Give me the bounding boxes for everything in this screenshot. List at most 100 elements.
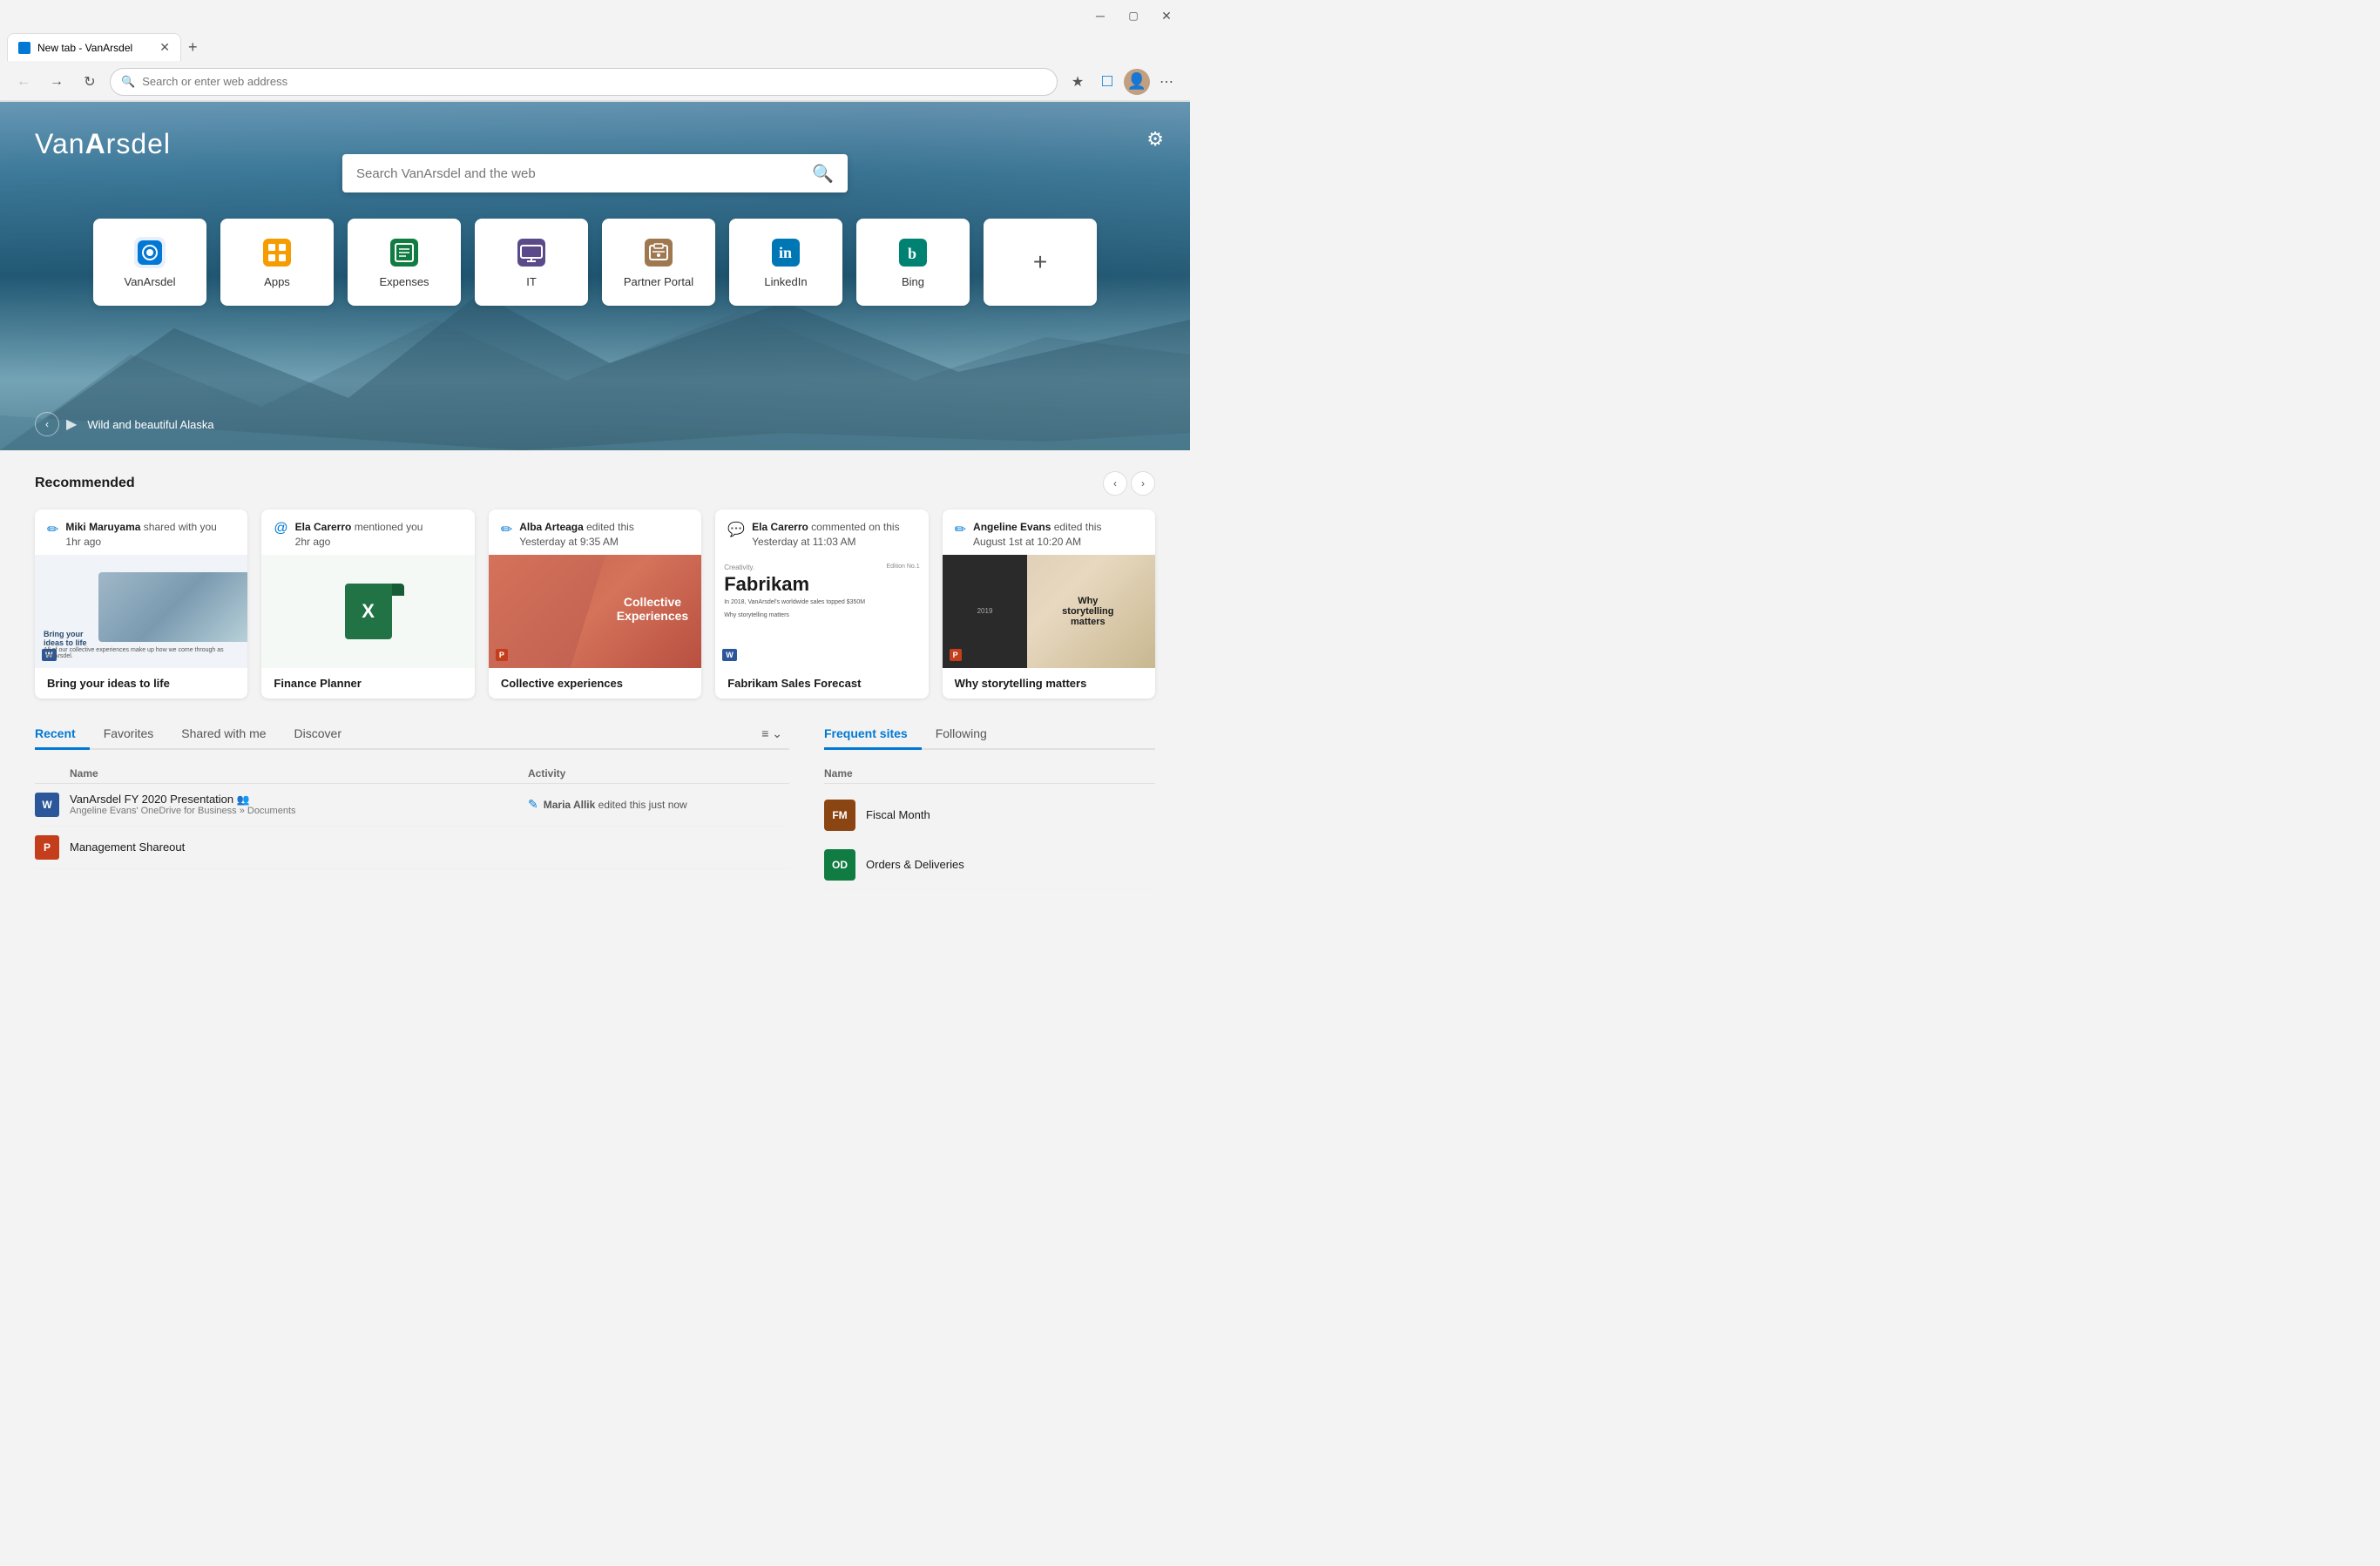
file-name-col-header: Name <box>70 767 528 780</box>
rec-card-header: 💬 Ela Carerro commented on this Yesterda… <box>715 510 928 555</box>
quick-link-partner[interactable]: Partner Portal <box>602 219 715 306</box>
rec-card-title: Why storytelling matters <box>943 668 1155 699</box>
word2-thumbnail: Creativity. Edition No.1 Fabrikam In 201… <box>715 555 928 668</box>
refresh-button[interactable]: ↻ <box>77 69 103 95</box>
file-name-area: Management Shareout <box>70 840 528 854</box>
ppt-thumbnail: CollectiveExperiences P <box>489 555 701 668</box>
quick-link-expenses-label: Expenses <box>379 275 429 288</box>
tab-close-button[interactable]: ✕ <box>159 40 170 55</box>
tab-frequent-sites[interactable]: Frequent sites <box>824 719 922 750</box>
add-icon: + <box>1033 248 1047 276</box>
rec-card-meta: Angeline Evans edited this August 1st at… <box>973 520 1143 550</box>
rec-card-meta: Miki Maruyama shared with you 1hr ago <box>65 520 235 550</box>
file-row-fy2020[interactable]: W VanArsdel FY 2020 Presentation 👥 Angel… <box>35 784 789 827</box>
rec-card-storytelling[interactable]: ✏ Angeline Evans edited this August 1st … <box>943 510 1155 699</box>
settings-gear-button[interactable]: ⚙ <box>1146 128 1164 151</box>
tab-recent[interactable]: Recent <box>35 719 90 750</box>
ppt-icon: P <box>35 835 59 860</box>
bottom-section: Recent Favorites Shared with me Discover… <box>35 719 1155 890</box>
rec-card-fabrikam[interactable]: 💬 Ela Carerro commented on this Yesterda… <box>715 510 928 699</box>
more-menu-button[interactable]: ⋯ <box>1153 69 1180 95</box>
expenses-icon <box>389 237 420 268</box>
file-row-management[interactable]: P Management Shareout <box>35 827 789 869</box>
linkedin-icon: in <box>770 237 801 268</box>
tab-following[interactable]: Following <box>922 719 1001 750</box>
quick-link-bing-label: Bing <box>902 275 924 288</box>
new-tab-page: VanArsdel ⚙ 🔍 VanArsdel <box>0 102 1190 911</box>
toolbar-icons: ★ □ 👤 ⋯ <box>1065 69 1180 95</box>
doc-line: Creativity. Edition No.1 <box>724 564 919 571</box>
edge-profile-button[interactable]: □ <box>1094 69 1120 95</box>
rec-card-collective[interactable]: ✏ Alba Arteaga edited this Yesterday at … <box>489 510 701 699</box>
logo-area: VanArsdel <box>35 128 171 160</box>
search-icon: 🔍 <box>812 163 834 185</box>
hero-prev-button[interactable]: ‹ <box>35 412 59 436</box>
pencil-icon: ✏ <box>501 521 512 538</box>
rec-card-title: Bring your ideas to life <box>35 668 247 699</box>
quick-link-vanarsdel-label: VanArsdel <box>124 275 175 288</box>
word-badge: W <box>722 649 737 661</box>
recommended-nav: ‹ › <box>1103 471 1155 496</box>
file-icon: W <box>35 793 70 817</box>
search-icon: 🔍 <box>121 75 135 89</box>
rec-card-finance-planner[interactable]: @ Ela Carerro mentioned you 2hr ago X <box>261 510 474 699</box>
back-button[interactable]: ← <box>10 69 37 95</box>
recommended-prev-button[interactable]: ‹ <box>1103 471 1127 496</box>
browser-tab[interactable]: New tab - VanArsdel ✕ <box>7 33 181 61</box>
hero-search-bar[interactable]: 🔍 <box>342 154 848 192</box>
quick-link-partner-label: Partner Portal <box>624 275 693 288</box>
files-tabs-bar: Recent Favorites Shared with me Discover… <box>35 719 789 750</box>
new-tab-button[interactable]: + <box>181 38 205 57</box>
recommended-cards: ✏ Miki Maruyama shared with you 1hr ago … <box>35 510 1155 699</box>
address-input[interactable] <box>142 75 1046 88</box>
site-row-orders[interactable]: OD Orders & Deliveries <box>824 840 1155 890</box>
actor-name: Miki Maruyama <box>65 521 140 533</box>
tab-discover[interactable]: Discover <box>281 719 355 750</box>
files-section: Recent Favorites Shared with me Discover… <box>35 719 789 890</box>
site-badge-orders: OD <box>824 849 855 881</box>
user-avatar[interactable]: 👤 <box>1124 69 1150 95</box>
site-row-fiscal[interactable]: FM Fiscal Month <box>824 791 1155 840</box>
maximize-button[interactable]: ▢ <box>1120 3 1146 29</box>
avatar-image: 👤 <box>1127 72 1146 91</box>
rec-card-bring-ideas[interactable]: ✏ Miki Maruyama shared with you 1hr ago … <box>35 510 247 699</box>
quick-link-apps[interactable]: Apps <box>220 219 334 306</box>
quick-link-it[interactable]: IT <box>475 219 588 306</box>
shared-icon: 👥 <box>237 793 250 806</box>
file-title: VanArsdel FY 2020 Presentation 👥 <box>70 793 528 806</box>
quick-link-bing[interactable]: b Bing <box>856 219 970 306</box>
quick-links-container: VanArsdel Apps Expenses <box>93 219 1097 306</box>
svg-text:in: in <box>779 244 792 261</box>
browser-chrome: ─ ▢ ✕ New tab - VanArsdel ✕ + ← → ↻ 🔍 ★ … <box>0 0 1190 102</box>
actor-name: Ela Carerro <box>295 521 352 533</box>
sort-button[interactable]: ≡ ⌄ <box>754 723 789 745</box>
vanarsdel-icon <box>134 237 166 268</box>
minimize-button[interactable]: ─ <box>1087 3 1113 29</box>
files-table-header: Name Activity <box>35 764 789 784</box>
rec-card-header: ✏ Miki Maruyama shared with you 1hr ago <box>35 510 247 555</box>
time-text: August 1st at 10:20 AM <box>973 536 1081 548</box>
add-quick-link-button[interactable]: + <box>984 219 1097 306</box>
tab-favorites[interactable]: Favorites <box>90 719 168 750</box>
recommended-next-button[interactable]: › <box>1131 471 1155 496</box>
pencil-icon: ✏ <box>47 521 58 538</box>
rec-card-meta: Ela Carerro commented on this Yesterday … <box>752 520 916 550</box>
quick-link-expenses[interactable]: Expenses <box>348 219 461 306</box>
favorites-button[interactable]: ★ <box>1065 69 1091 95</box>
excel-thumbnail: X <box>261 555 474 668</box>
address-bar[interactable]: 🔍 <box>110 68 1058 96</box>
actor-name: Ela Carerro <box>752 521 808 533</box>
tab-shared[interactable]: Shared with me <box>167 719 280 750</box>
quick-link-vanarsdel[interactable]: VanArsdel <box>93 219 206 306</box>
forward-button[interactable]: → <box>44 69 70 95</box>
rec-card-thumbnail: 2019 Whystorytellingmatters P <box>943 555 1155 668</box>
quick-link-linkedin[interactable]: in LinkedIn <box>729 219 842 306</box>
doc-sub-text: All of our collective experiences make u… <box>44 647 239 659</box>
bing-icon: b <box>897 237 929 268</box>
doc-title-text: Bring yourideas to life <box>44 630 87 647</box>
hero-search-input[interactable] <box>356 166 805 181</box>
hero-play-button[interactable]: ▶ <box>66 415 77 433</box>
recommended-header: Recommended ‹ › <box>35 471 1155 496</box>
logo-text: VanArsdel <box>35 128 171 160</box>
close-button[interactable]: ✕ <box>1153 3 1180 29</box>
